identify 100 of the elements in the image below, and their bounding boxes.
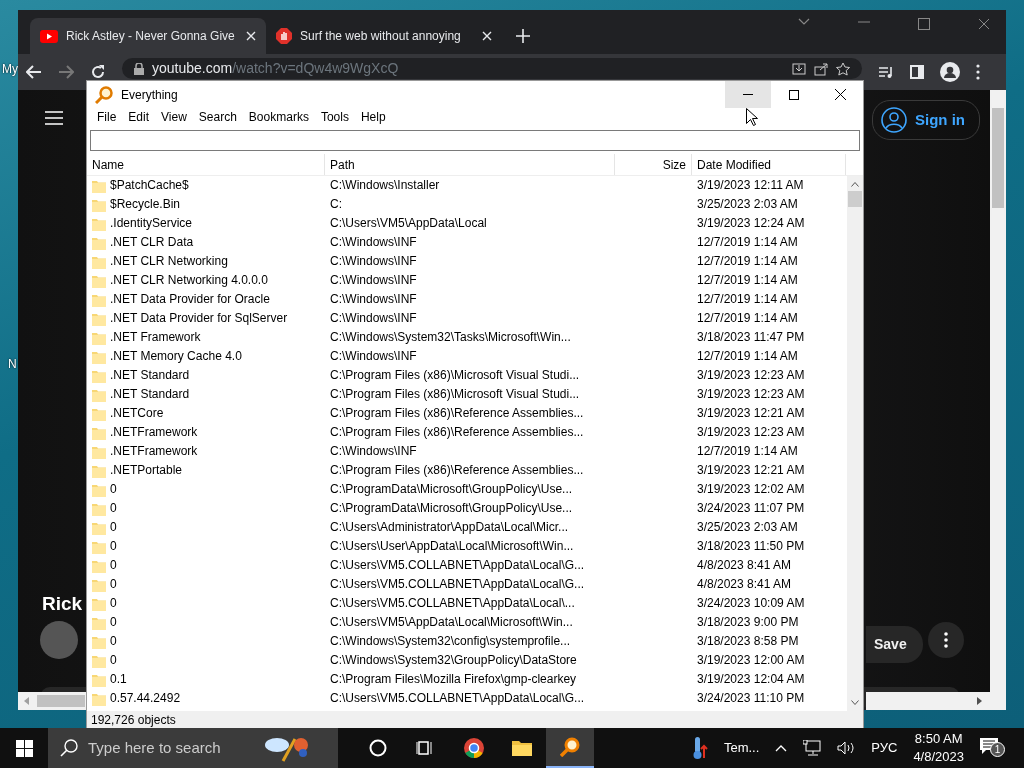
file-name[interactable]: 0.1 — [110, 670, 127, 689]
file-name[interactable]: 0 — [110, 499, 117, 518]
file-path: C:\Users\VM5.COLLABNET\AppData\Local\G... — [329, 576, 586, 593]
network-icon[interactable] — [803, 740, 822, 756]
scrollbar[interactable] — [990, 90, 1006, 692]
menu-item[interactable]: Search — [192, 108, 243, 126]
file-name[interactable]: $Recycle.Bin — [110, 195, 181, 214]
folder-icon — [92, 653, 106, 668]
new-tab-icon[interactable] — [516, 29, 530, 43]
volume-icon[interactable] — [837, 741, 856, 755]
file-name[interactable]: 0 — [110, 556, 117, 575]
forward-icon[interactable] — [58, 65, 74, 79]
menu-item[interactable]: Edit — [122, 108, 156, 126]
folder-icon — [92, 368, 106, 383]
file-path: C:\Users\VM5\AppData\Local — [329, 215, 488, 232]
file-name[interactable]: 0 — [110, 594, 117, 613]
scrollbar[interactable] — [866, 692, 1006, 710]
clock-time[interactable]: 8:50 AM — [914, 730, 963, 748]
file-path: C:\Users\VM5\AppData\Local\Microsoft\Win... — [329, 614, 574, 631]
file-name[interactable]: 0 — [110, 537, 117, 556]
column-header[interactable]: Path — [325, 154, 615, 175]
profile-icon[interactable] — [940, 62, 960, 82]
file-name[interactable]: .NET Data Provider for Oracle — [110, 290, 270, 309]
file-name[interactable]: .NET Standard — [110, 385, 190, 404]
menu-item[interactable]: Bookmarks — [242, 108, 315, 126]
file-path: C:\ProgramData\Microsoft\GroupPolicy\Use... — [329, 500, 574, 517]
file-name[interactable]: .NET Standard — [110, 366, 190, 385]
sign-in-button[interactable]: Sign in — [872, 100, 980, 140]
date-modified: 3/19/2023 12:23 AM — [696, 367, 806, 384]
file-path: C:\Windows\INF — [329, 253, 418, 270]
reload-icon[interactable] — [90, 64, 106, 80]
file-name[interactable]: 0.57.44.2492 — [110, 689, 181, 708]
scroll-thumb[interactable] — [37, 695, 85, 707]
back-icon[interactable] — [26, 65, 42, 79]
scrollbar[interactable] — [847, 176, 863, 711]
browser-tab[interactable]: Surf the web without annoying — [266, 18, 502, 54]
column-header[interactable]: Size — [615, 154, 692, 175]
menu-item[interactable]: Tools — [314, 108, 355, 126]
avatar — [40, 621, 78, 659]
install-icon[interactable] — [792, 61, 806, 76]
file-name[interactable]: 0 — [110, 613, 117, 632]
column-header[interactable]: Name — [87, 154, 325, 175]
file-name[interactable]: .NETFramework — [110, 442, 198, 461]
widget-text[interactable]: Tem... — [723, 738, 760, 758]
file-name[interactable]: .NET Data Provider for SqlServer — [110, 309, 288, 328]
date-modified: 12/7/2019 1:14 AM — [696, 310, 799, 327]
file-name[interactable]: 0 — [110, 518, 117, 537]
clock-date[interactable]: 4/8/2023 — [913, 748, 964, 766]
folder-icon — [92, 425, 106, 440]
file-name[interactable]: .NETCore — [110, 404, 164, 423]
notification-button[interactable]: 1 — [980, 735, 1008, 761]
file-name[interactable]: .NET Memory Cache 4.0 — [110, 347, 242, 366]
file-name[interactable]: $PatchCache$ — [110, 176, 189, 195]
thermometer-icon[interactable] — [691, 736, 708, 760]
file-name[interactable]: 0 — [110, 651, 117, 670]
file-name[interactable]: .NETPortable — [110, 461, 183, 480]
notification-count: 1 — [990, 742, 1005, 757]
file-name[interactable]: .NET CLR Networking 4.0.0.0 — [110, 271, 268, 290]
date-modified: 3/19/2023 12:00 AM — [696, 652, 806, 669]
caret-up-icon[interactable] — [775, 744, 788, 752]
window-title: Everything — [121, 86, 179, 104]
desktop-icon-label[interactable]: N — [8, 355, 17, 373]
scroll-thumb[interactable] — [848, 191, 862, 207]
file-path: C:\Program Files (x86)\Microsoft Visual Studi... — [329, 386, 581, 403]
search-field[interactable] — [90, 130, 860, 151]
file-name[interactable]: 0 — [110, 575, 117, 594]
media-icon[interactable] — [878, 65, 894, 79]
side-panel-icon[interactable] — [910, 65, 924, 79]
taskbar-app[interactable] — [546, 728, 594, 768]
column-header[interactable]: Date Modified — [692, 154, 846, 175]
file-name[interactable]: .NET CLR Networking — [110, 252, 228, 271]
file-name[interactable]: .IdentityService — [110, 214, 193, 233]
file-name[interactable]: .NET CLR Data — [110, 233, 194, 252]
file-name[interactable]: .NETFramework — [110, 423, 198, 442]
scrollbar[interactable] — [18, 692, 86, 710]
chevron-down-icon[interactable] — [798, 18, 810, 26]
more-button[interactable] — [928, 622, 964, 658]
desktop-icon-label[interactable]: My — [2, 60, 18, 78]
file-path: C:\Users\VM5.COLLABNET\AppData\Local\G... — [329, 690, 586, 707]
file-name[interactable]: 0 — [110, 632, 117, 651]
address-bar[interactable]: youtube.com/watch?v=dQw4w9WgXcQ — [122, 58, 862, 79]
file-name[interactable]: 0 — [110, 480, 117, 499]
language-indicator[interactable]: РУС — [871, 738, 898, 758]
menu-item[interactable]: View — [155, 108, 193, 126]
more-icon[interactable] — [976, 64, 980, 80]
share-icon[interactable] — [814, 61, 828, 76]
search-box[interactable]: Type here to search — [48, 728, 338, 768]
menu-item[interactable]: Help — [354, 108, 392, 126]
scroll-down-icon[interactable] — [851, 700, 859, 705]
star-icon[interactable] — [836, 61, 850, 76]
file-name[interactable]: .NET Framework — [110, 328, 201, 347]
maximize-icon[interactable] — [918, 18, 930, 30]
file-path: C:\Users\VM5.COLLABNET\AppData\Local\G... — [329, 557, 586, 574]
menu-icon[interactable] — [45, 111, 63, 125]
browser-tab[interactable]: Rick Astley - Never Gonna Give — [30, 18, 266, 54]
menu-item[interactable]: File — [91, 108, 123, 126]
save-button[interactable]: Save — [866, 626, 923, 663]
scroll-up-icon[interactable] — [851, 182, 859, 187]
video-title: Rick — [42, 592, 83, 616]
scroll-right-icon[interactable] — [977, 697, 982, 705]
